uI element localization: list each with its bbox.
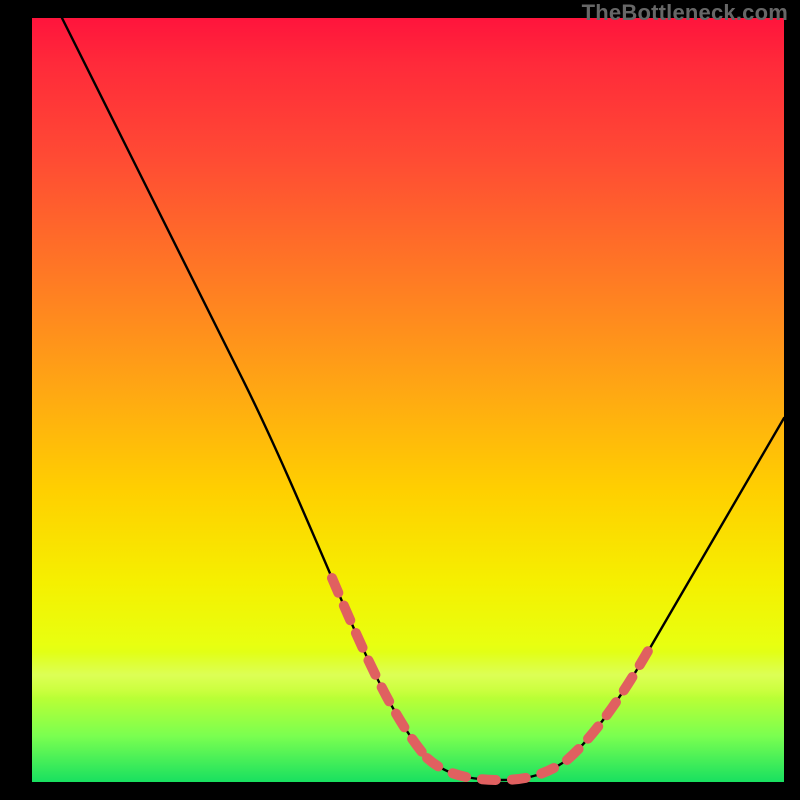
dash-valley-floor bbox=[427, 758, 567, 780]
bottleneck-curve bbox=[62, 18, 784, 780]
plot-area bbox=[32, 18, 784, 782]
dash-right-flank bbox=[567, 644, 652, 760]
curve-svg bbox=[32, 18, 784, 782]
outer-frame: TheBottleneck.com bbox=[0, 0, 800, 800]
dash-left-flank bbox=[332, 578, 427, 758]
watermark-text: TheBottleneck.com bbox=[582, 0, 788, 26]
